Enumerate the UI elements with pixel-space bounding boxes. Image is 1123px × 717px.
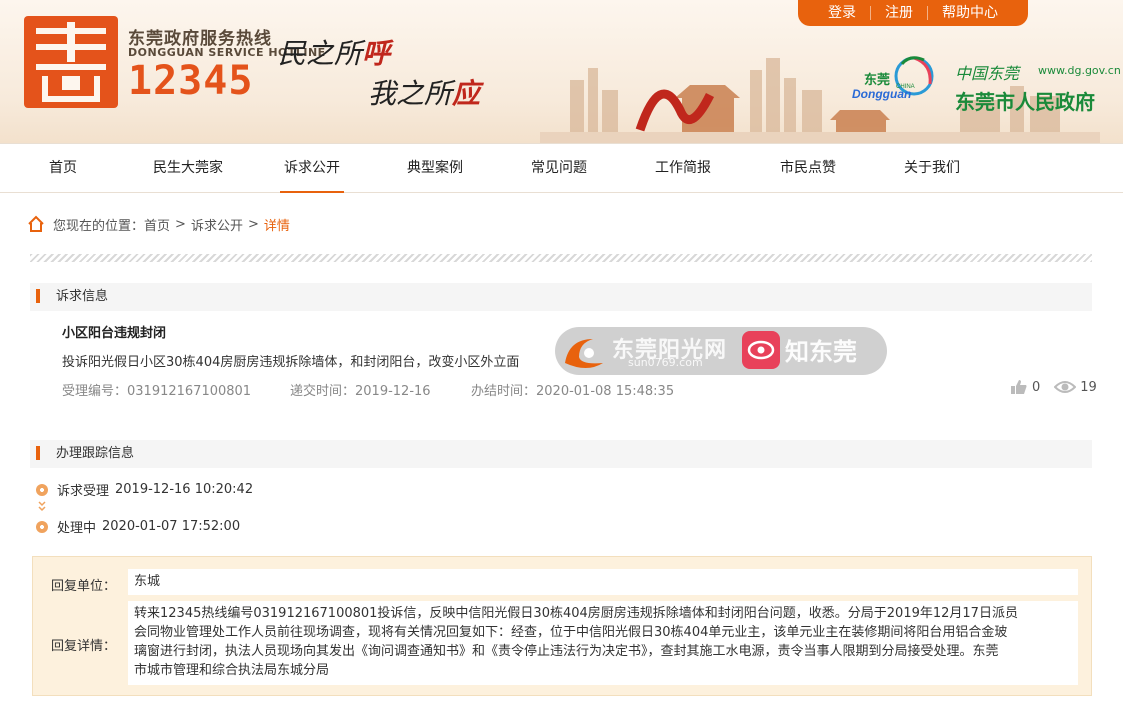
nav-livelihood[interactable]: 民生大莞家: [148, 144, 228, 193]
reply-detail: 转来12345热线编号031912167100801投诉信，反映中信阳光假日30…: [128, 601, 1078, 685]
reference-number: 受理编号：031912167100801: [62, 384, 252, 399]
eye-icon: [1054, 381, 1077, 393]
main-navigation: 首页 民生大莞家 诉求公开 典型案例 常见问题 工作简报 市民点赞 关于我们: [0, 143, 1123, 193]
watermark-site-url: sun0769.com: [628, 356, 703, 369]
nav-appeals-public[interactable]: 诉求公开: [280, 144, 344, 193]
slogan-line-2: 我之所应: [368, 77, 481, 110]
chevron-down-icon: [38, 501, 46, 512]
section-marker: [36, 446, 40, 460]
reply-detail-line: 会同物业管理处工作人员前往现场调查，现将有关情况回复如下：经查，位于中信阳光假日…: [134, 625, 1008, 640]
submit-time: 递交时间：2019-12-16: [290, 384, 431, 399]
dongguan-city-logo-icon: 东莞 CHINA Dongguan: [852, 56, 934, 101]
help-center-link[interactable]: 帮助中心: [927, 6, 1012, 20]
thumbs-up-icon[interactable]: [1010, 379, 1028, 395]
breadcrumb-home[interactable]: 首页: [144, 215, 170, 234]
nav-about-us[interactable]: 关于我们: [900, 144, 964, 193]
hotline-number: 12345: [128, 58, 254, 104]
like-count: 0: [1032, 379, 1041, 395]
gov-logo-english: Dongguan: [852, 87, 911, 101]
top-links: 登录 注册 帮助中心: [798, 0, 1028, 26]
nav-home[interactable]: 首页: [38, 144, 88, 193]
gov-name[interactable]: 东莞市人民政府: [955, 86, 1095, 115]
step-label: 处理中: [57, 521, 97, 536]
slogan-line-1: 民之所呼: [278, 37, 391, 70]
watermark-app-icon: [742, 331, 780, 369]
completion-time: 办结时间：2020-01-08 15:48:35: [471, 384, 675, 399]
divider: [30, 254, 1092, 262]
step-label: 诉求受理: [57, 484, 110, 499]
gov-logo-text: 东莞: [864, 72, 890, 87]
reply-detail-line: 转来12345热线编号031912167100801投诉信，反映中信阳光假日30…: [134, 606, 1018, 621]
breadcrumb-separator: >: [247, 216, 259, 232]
appeal-title: 小区阳台违规封闭: [62, 326, 167, 341]
nav-typical-cases[interactable]: 典型案例: [403, 144, 467, 193]
tracking-section-header: 办理跟踪信息: [30, 440, 1092, 468]
sun-logo-icon: [565, 339, 603, 368]
timeline-step: 诉求受理 2019-12-16 10:20:42: [36, 480, 253, 499]
home-icon: [28, 215, 44, 232]
reply-unit-label: 回复单位：: [51, 579, 117, 594]
reply-unit: 东城: [128, 569, 1078, 595]
appeal-section-header: 诉求信息: [30, 283, 1092, 311]
gov-url[interactable]: www.dg.gov.cn: [1038, 64, 1121, 77]
hotline-logo-icon[interactable]: [22, 14, 120, 110]
nav-work-briefs[interactable]: 工作简报: [651, 144, 715, 193]
breadcrumb-current: 详情: [263, 218, 290, 234]
breadcrumb-separator: >: [175, 216, 186, 232]
appeal-stats: 0 19: [1010, 379, 1097, 395]
reply-panel: 回复单位： 东城 回复详情： 转来12345热线编号03191216710080…: [32, 556, 1092, 696]
nav-faq[interactable]: 常见问题: [527, 144, 591, 193]
reply-detail-line: 市城市管理和综合执法局东城分局: [134, 663, 330, 678]
timeline-dot-icon: [36, 483, 48, 496]
breadcrumb: 您现在的位置： 首页 > 诉求公开 > 详情: [27, 214, 290, 234]
view-count: 19: [1080, 379, 1097, 395]
appeal-content: 投诉阳光假日小区30栋404房厨房违规拆除墙体，和封闭阳台，改变小区外立面: [62, 355, 520, 370]
step-time: 2020-01-07 17:52:00: [102, 519, 241, 534]
nav-citizen-praise[interactable]: 市民点赞: [776, 144, 840, 193]
register-link[interactable]: 注册: [870, 6, 927, 20]
gov-calligraphy-name: 中国东莞: [955, 64, 1020, 83]
eye-logo-icon: [747, 340, 775, 360]
login-link[interactable]: 登录: [814, 6, 870, 20]
timeline-step: 处理中 2020-01-07 17:52:00: [36, 517, 240, 536]
breadcrumb-appeals[interactable]: 诉求公开: [191, 215, 243, 234]
watermark-app-name: 知东莞: [785, 338, 857, 366]
section-marker: [36, 289, 40, 303]
step-time: 2019-12-16 10:20:42: [115, 482, 254, 497]
section-title: 办理跟踪信息: [56, 446, 135, 461]
section-title: 诉求信息: [56, 289, 109, 304]
timeline-dot-icon: [36, 520, 48, 533]
reply-detail-label: 回复详情：: [51, 639, 117, 654]
site-header: 东莞政府服务热线 DONGGUAN SERVICE HOTLINE 12345 …: [0, 0, 1123, 143]
breadcrumb-prefix: 您现在的位置：: [53, 218, 145, 234]
reply-detail-line: 璃窗进行封闭，执法人员现场向其发出《询问调查通知书》和《责令停止违法行为决定书》…: [134, 644, 999, 659]
